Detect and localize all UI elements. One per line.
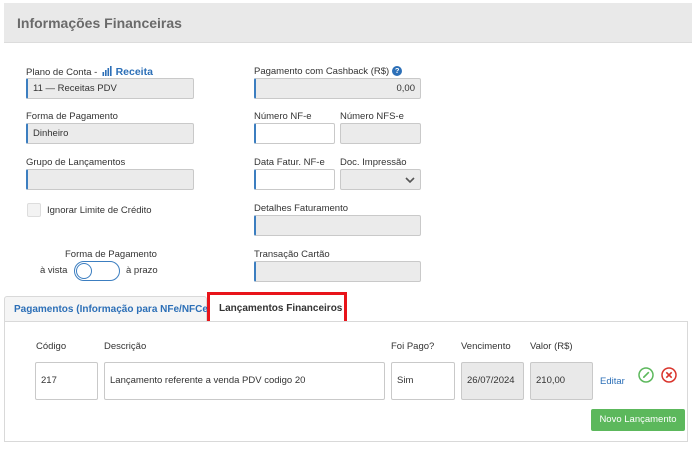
col-foi-pago: Foi Pago? [391, 341, 435, 352]
toggle-knob [76, 263, 92, 279]
help-icon[interactable]: ? [392, 66, 403, 77]
data-fatur-input[interactable] [254, 169, 335, 190]
forma-pagamento-field[interactable]: Dinheiro [26, 123, 194, 144]
cashback-label: Pagamento com Cashback (R$) [254, 66, 390, 77]
nfse-input[interactable] [340, 123, 421, 144]
tab-pagamentos[interactable]: Pagamentos (Informação para NFe/NFCe) [4, 296, 211, 322]
toggle-title: Forma de Pagamento [65, 249, 157, 260]
col-valor: Valor (R$) [530, 341, 573, 352]
receita-link[interactable]: Receita [116, 66, 153, 78]
plano-conta-label: Plano de Conta - [26, 67, 98, 78]
col-codigo: Código [36, 341, 67, 352]
row-vencimento[interactable]: 26/07/2024 [461, 362, 524, 400]
detalhes-field[interactable] [254, 215, 421, 236]
row-valor[interactable]: 210,00 [530, 362, 593, 400]
ignorar-limite-checkbox[interactable] [27, 203, 41, 217]
doc-impressao-select[interactable] [340, 169, 421, 190]
cashback-label-row: Pagamento com Cashback (R$)? [254, 66, 403, 77]
grupo-lancamentos-label: Grupo de Lançamentos [26, 157, 126, 168]
toggle-left-label: à vista [40, 265, 68, 276]
nfse-label: Número NFS-e [340, 111, 404, 122]
grupo-lancamentos-field[interactable] [26, 169, 194, 190]
chevron-down-icon [405, 175, 415, 185]
plano-conta-field[interactable]: 11 — Receitas PDV [26, 78, 194, 99]
nfe-input[interactable] [254, 123, 335, 144]
transacao-label: Transação Cartão [254, 249, 330, 260]
payment-type-toggle[interactable] [74, 261, 120, 281]
section-title: Informações Financeiras [17, 15, 182, 31]
row-foi-pago[interactable]: Sim [391, 362, 455, 400]
transacao-field[interactable] [254, 261, 421, 282]
col-vencimento: Vencimento [461, 341, 511, 352]
cashback-field[interactable]: 0,00 [254, 78, 421, 99]
editar-link[interactable]: Editar [600, 376, 625, 387]
data-fatur-label: Data Fatur. NF-e [254, 157, 325, 168]
section-header: Informações Financeiras [4, 3, 692, 43]
row-descricao[interactable]: Lançamento referente a venda PDV codigo … [104, 362, 385, 400]
forma-pagamento-label: Forma de Pagamento [26, 111, 118, 122]
col-descricao: Descrição [104, 341, 147, 352]
novo-lancamento-button[interactable]: Novo Lançamento [591, 409, 685, 431]
doc-impressao-label: Doc. Impressão [340, 157, 407, 168]
nfe-label: Número NF-e [254, 111, 312, 122]
check-circle-icon[interactable] [638, 367, 654, 388]
row-codigo[interactable]: 217 [35, 362, 98, 400]
detalhes-label: Detalhes Faturamento [254, 203, 348, 214]
tab-lancamentos[interactable]: Lançamentos Financeiros [209, 296, 345, 322]
toggle-right-label: à prazo [126, 265, 158, 276]
delete-circle-icon[interactable] [661, 367, 677, 388]
ignorar-limite-label: Ignorar Limite de Crédito [47, 205, 152, 216]
